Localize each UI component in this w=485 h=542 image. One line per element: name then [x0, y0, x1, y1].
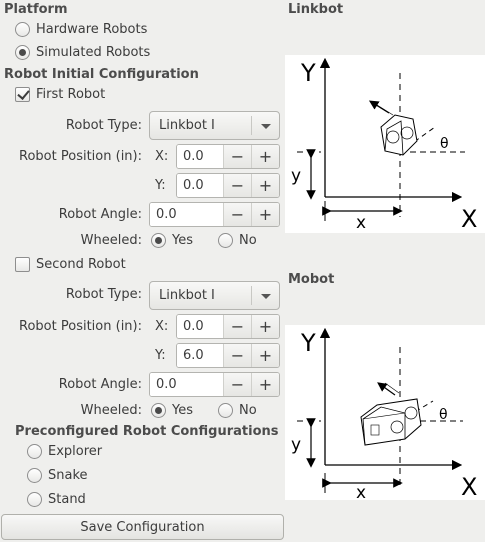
second-robot-type-value: Linkbot I: [159, 288, 215, 303]
decrement-button[interactable]: −: [223, 344, 251, 367]
wheeled-no-label: No: [239, 233, 257, 248]
first-robot-y-spinbox[interactable]: − +: [176, 173, 280, 198]
mobot-heading: Mobot: [288, 272, 335, 287]
second-robot-y-label: Y:: [155, 348, 166, 363]
explorer-label: Explorer: [48, 444, 103, 459]
first-robot-y-input[interactable]: [177, 174, 223, 197]
linkbot-diagram: Y X θ y x: [285, 55, 485, 233]
decrement-button[interactable]: −: [223, 203, 251, 226]
decrement-button[interactable]: −: [223, 315, 251, 338]
second-robot-y-input[interactable]: [177, 344, 223, 367]
second-robot-wheeled-yes-radio[interactable]: Yes: [151, 403, 193, 418]
stand-label: Stand: [48, 492, 86, 507]
increment-button[interactable]: +: [251, 174, 279, 197]
first-robot-position-label: Robot Position (in):: [19, 149, 142, 164]
first-robot-angle-spinbox[interactable]: − +: [149, 202, 280, 227]
first-robot-type-value: Linkbot I: [159, 118, 215, 133]
checkbox-icon[interactable]: [15, 257, 30, 272]
radio-selected-icon[interactable]: [15, 45, 30, 60]
increment-button[interactable]: +: [251, 145, 279, 168]
preconfigured-heading: Preconfigured Robot Configurations: [15, 424, 279, 439]
dim-x-label: x: [356, 483, 366, 500]
first-robot-label: First Robot: [36, 87, 106, 102]
radio-selected-icon[interactable]: [151, 233, 166, 248]
second-robot-x-spinbox[interactable]: − +: [176, 314, 280, 339]
first-robot-angle-input[interactable]: [150, 203, 223, 226]
second-robot-position-label: Robot Position (in):: [19, 319, 142, 334]
first-robot-x-label: X:: [155, 149, 169, 164]
decrement-button[interactable]: −: [223, 373, 251, 396]
increment-button[interactable]: +: [251, 203, 279, 226]
radio-icon[interactable]: [218, 233, 233, 248]
snake-radio[interactable]: Snake: [27, 468, 88, 483]
radio-icon[interactable]: [218, 403, 233, 418]
first-robot-x-spinbox[interactable]: − +: [176, 144, 280, 169]
checkbox-checked-icon[interactable]: [15, 87, 30, 102]
wheeled-yes-label: Yes: [172, 403, 193, 418]
second-robot-angle-label: Robot Angle:: [58, 377, 142, 392]
decrement-button[interactable]: −: [223, 174, 251, 197]
axis-y-label: Y: [300, 329, 316, 357]
first-robot-wheeled-yes-radio[interactable]: Yes: [151, 233, 193, 248]
axis-y-label: Y: [300, 59, 316, 87]
second-robot-type-select[interactable]: Linkbot I: [149, 281, 280, 310]
mobot-coordinate-diagram: Y X θ y x: [291, 327, 477, 503]
dim-y-label: y: [291, 435, 301, 455]
first-robot-type-label: Robot Type:: [65, 118, 142, 133]
increment-button[interactable]: +: [251, 315, 279, 338]
dim-x-label: x: [356, 213, 366, 233]
wheeled-yes-label: Yes: [172, 233, 193, 248]
explorer-radio[interactable]: Explorer: [27, 444, 102, 459]
radio-icon[interactable]: [27, 444, 42, 459]
second-robot-wheeled-label: Wheeled:: [80, 403, 142, 418]
radio-icon[interactable]: [27, 468, 42, 483]
linkbot-heading: Linkbot: [288, 2, 344, 17]
radio-selected-icon[interactable]: [151, 403, 166, 418]
mobot-robot-icon: [360, 382, 422, 446]
second-robot-type-label: Robot Type:: [65, 287, 142, 302]
first-robot-checkbox[interactable]: First Robot: [15, 87, 105, 102]
stand-radio[interactable]: Stand: [27, 492, 86, 507]
first-robot-wheeled-label: Wheeled:: [80, 233, 142, 248]
first-robot-y-label: Y:: [155, 178, 166, 193]
second-robot-x-input[interactable]: [177, 315, 223, 338]
dim-y-label: y: [291, 166, 301, 186]
second-robot-y-spinbox[interactable]: − +: [176, 343, 280, 368]
hardware-robots-radio[interactable]: Hardware Robots: [15, 22, 147, 37]
platform-heading: Platform: [4, 2, 68, 17]
second-robot-checkbox[interactable]: Second Robot: [15, 257, 126, 272]
simulated-robots-radio[interactable]: Simulated Robots: [15, 45, 150, 60]
chevron-down-icon: [251, 116, 279, 135]
radio-icon[interactable]: [15, 22, 30, 37]
simulated-robots-label: Simulated Robots: [36, 45, 151, 60]
axis-x-label: X: [461, 205, 477, 233]
mobot-diagram: Y X θ y x: [285, 325, 485, 503]
save-configuration-button[interactable]: Save Configuration: [1, 514, 284, 540]
increment-button[interactable]: +: [251, 373, 279, 396]
first-robot-x-input[interactable]: [177, 145, 223, 168]
first-robot-type-select[interactable]: Linkbot I: [149, 111, 280, 140]
robot-config-heading: Robot Initial Configuration: [4, 67, 199, 82]
linkbot-robot-icon: [368, 100, 418, 156]
hardware-robots-label: Hardware Robots: [36, 22, 148, 37]
first-robot-angle-label: Robot Angle:: [58, 207, 142, 222]
second-robot-wheeled-no-radio[interactable]: No: [218, 403, 257, 418]
first-robot-wheeled-no-radio[interactable]: No: [218, 233, 257, 248]
angle-label: θ: [440, 136, 449, 152]
axis-x-label: X: [461, 473, 477, 500]
increment-button[interactable]: +: [251, 344, 279, 367]
linkbot-coordinate-diagram: Y X θ y x: [291, 57, 477, 233]
second-robot-angle-input[interactable]: [150, 373, 223, 396]
snake-label: Snake: [48, 468, 88, 483]
decrement-button[interactable]: −: [223, 145, 251, 168]
wheeled-no-label: No: [239, 403, 257, 418]
radio-icon[interactable]: [27, 492, 42, 507]
second-robot-label: Second Robot: [36, 257, 126, 272]
second-robot-x-label: X:: [155, 319, 169, 334]
second-robot-angle-spinbox[interactable]: − +: [149, 372, 280, 397]
angle-label: θ: [439, 407, 448, 423]
chevron-down-icon: [251, 286, 279, 305]
